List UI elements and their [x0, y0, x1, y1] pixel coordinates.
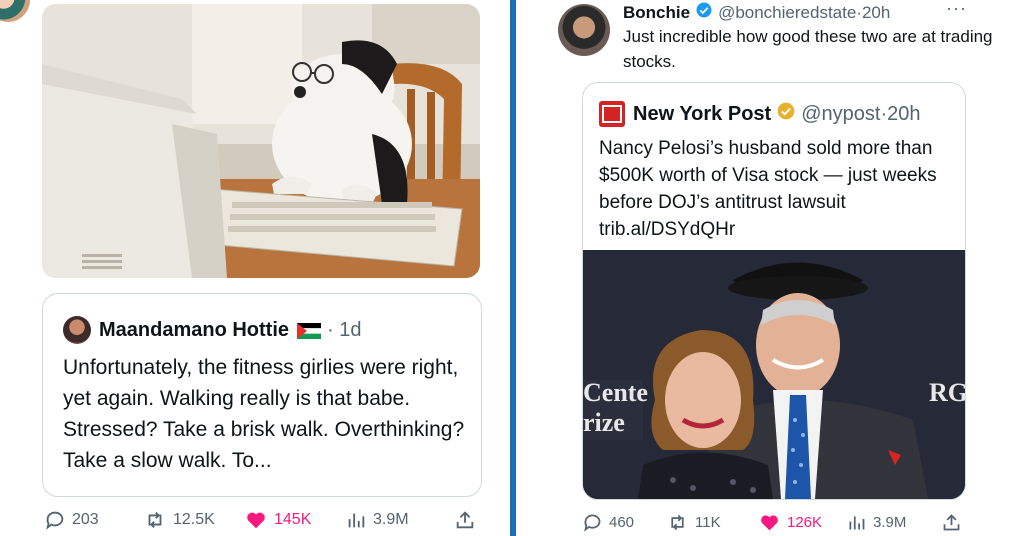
reply-icon [46, 511, 64, 530]
like-button[interactable]: 126K [758, 512, 822, 533]
reply-button[interactable]: 460 [582, 512, 634, 533]
views-count: 3.9M [873, 514, 907, 531]
reply-count: 203 [72, 511, 99, 528]
repost-count: 11K [695, 514, 721, 531]
quoted-tweet-text: Unfortunately, the fitness girlies were … [63, 356, 465, 472]
quoted-tweet-card[interactable]: Maandamano Hottie · 1d Unfortunately, th… [42, 293, 482, 497]
quoted-tweet-time[interactable]: 20h [887, 103, 920, 126]
heart-icon [761, 515, 778, 531]
repost-button[interactable]: 12.5K [143, 509, 215, 531]
views-button[interactable]: 3.9M [345, 509, 409, 531]
image-background-text-left: Cente rize [583, 378, 648, 437]
repost-count: 12.5K [173, 511, 215, 528]
like-button[interactable]: 145K [244, 509, 311, 531]
quoted-author-handle[interactable]: @nypost [801, 103, 880, 126]
share-button[interactable] [941, 512, 968, 533]
views-count: 3.9M [373, 511, 409, 528]
share-icon [456, 511, 474, 529]
share-icon [943, 514, 960, 531]
quoted-tweet-image[interactable]: Cente rize RG [583, 250, 965, 499]
repost-icon [148, 512, 162, 528]
reply-count: 460 [609, 514, 635, 531]
quoted-author-avatar[interactable] [63, 316, 91, 344]
author-name[interactable]: Bonchie [623, 3, 690, 23]
reply-icon [584, 514, 601, 532]
views-button[interactable]: 3.9M [846, 512, 906, 533]
quoted-tweet-text: Nancy Pelosi’s husband sold more than $5… [599, 138, 937, 240]
views-chart-icon [348, 513, 365, 528]
quoted-tweet-card[interactable]: New York Post @nypost · 20h Nancy Pelosi… [582, 82, 966, 500]
quoted-author-name[interactable]: New York Post [633, 103, 771, 126]
tweet-text: Just incredible how good these two are a… [623, 27, 993, 71]
repost-button[interactable]: 11K [666, 512, 721, 533]
tweet-time[interactable]: 20h [862, 3, 890, 23]
share-button[interactable] [454, 509, 482, 531]
author-handle[interactable]: @bonchieredstate [718, 3, 856, 23]
more-options-icon[interactable]: ··· [946, 0, 967, 19]
verified-badge-icon [695, 1, 713, 24]
left-tweet-panel: Maandamano Hottie · 1d Unfortunately, th… [0, 0, 510, 536]
image-background-text-right: RG [929, 378, 965, 407]
verified-gold-badge-icon [776, 101, 796, 127]
tweet-header: Bonchie @bonchieredstate · 20h [623, 1, 890, 24]
nypost-logo-icon[interactable] [599, 101, 625, 127]
quoted-tweet-header: Maandamano Hottie · 1d [63, 316, 362, 344]
heart-icon [247, 512, 265, 529]
right-tweet-panel: Bonchie @bonchieredstate · 20h ··· Just … [516, 0, 1024, 536]
like-count: 126K [787, 514, 823, 531]
views-chart-icon [849, 516, 865, 530]
quoted-tweet-header: New York Post @nypost · 20h [599, 101, 920, 127]
reply-button[interactable]: 203 [44, 509, 99, 531]
palestine-flag-icon [296, 322, 322, 339]
repost-icon [671, 514, 684, 531]
user-avatar[interactable] [558, 4, 610, 56]
quoted-tweet-time[interactable]: 1d [339, 319, 361, 341]
quoted-author-name[interactable]: Maandamano Hottie [99, 319, 289, 342]
user-avatar[interactable] [0, 0, 30, 22]
tweet-media-image[interactable] [42, 4, 480, 278]
like-count: 145K [274, 511, 312, 528]
